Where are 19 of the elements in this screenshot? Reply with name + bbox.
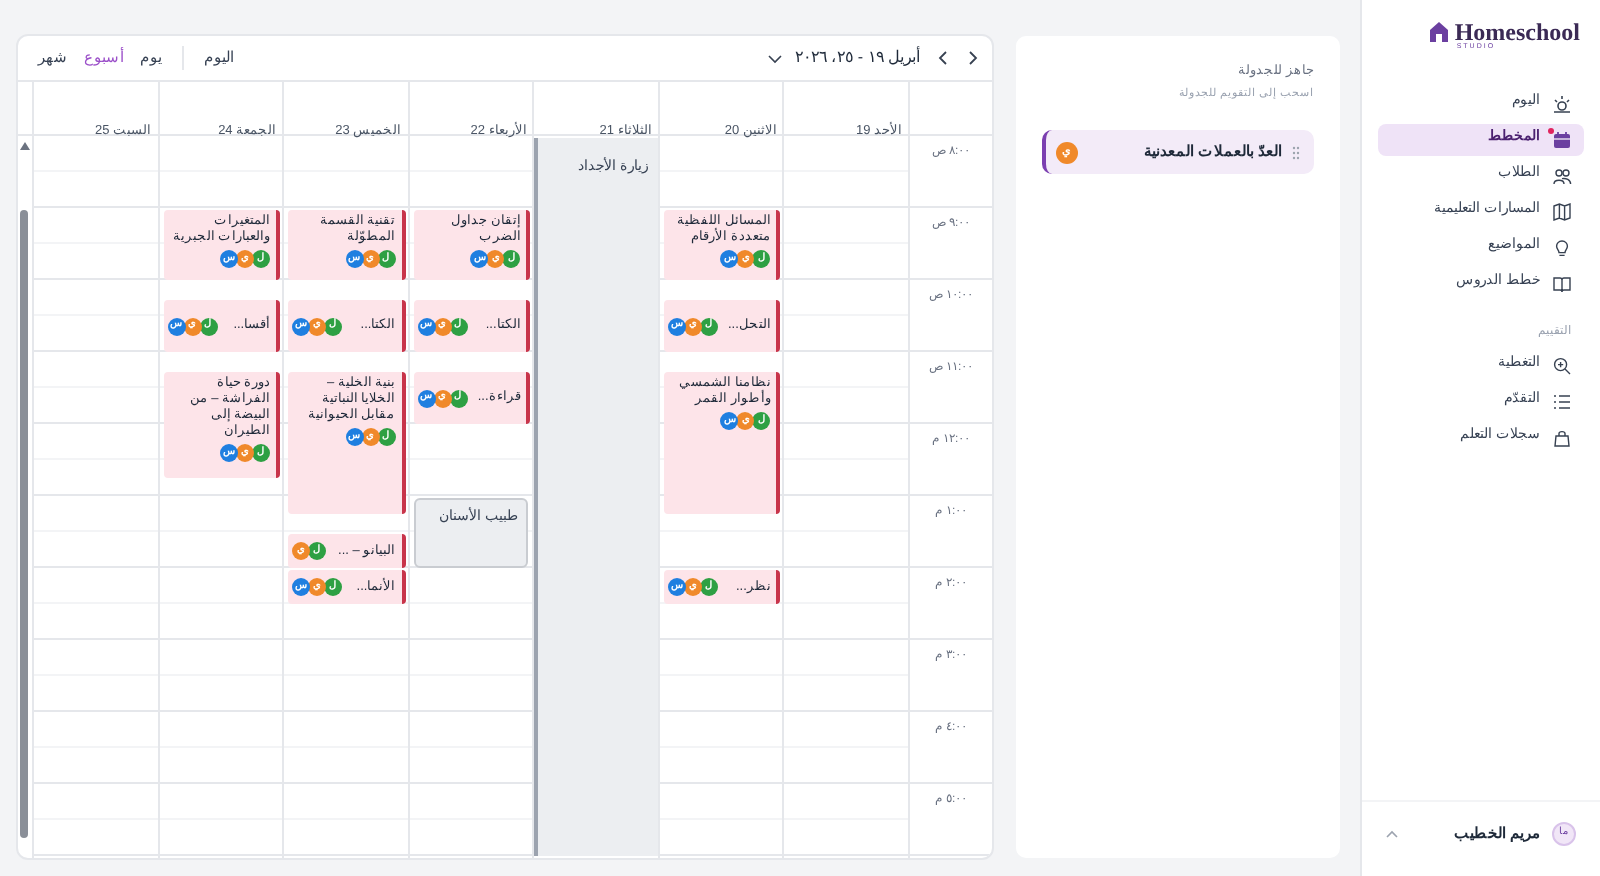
lightbulb-icon <box>1552 237 1572 257</box>
sun-icon <box>1552 93 1572 113</box>
next-icon[interactable] <box>936 50 952 66</box>
previous-icon[interactable] <box>964 50 980 66</box>
house-icon <box>1430 22 1449 42</box>
logo-text: Homeschool <box>1454 20 1580 44</box>
people-icon <box>1552 165 1572 185</box>
calendar-icon <box>1552 129 1572 149</box>
scroll-up-icon[interactable] <box>19 142 30 150</box>
map-icon <box>1552 201 1572 221</box>
scrollbar-thumb[interactable] <box>20 210 29 838</box>
chevron-down-icon[interactable] <box>768 53 783 63</box>
date-range[interactable]: أبريل ١٩ - ٢٥، ٢٠٢٦ <box>794 46 920 70</box>
list-icon <box>1552 391 1572 411</box>
book-icon <box>1552 273 1572 293</box>
bag-icon <box>1552 427 1572 447</box>
drag-handle-icon[interactable] <box>1292 145 1300 159</box>
zoom-in-icon <box>1552 355 1572 375</box>
chevron-up-icon[interactable] <box>1386 829 1398 837</box>
